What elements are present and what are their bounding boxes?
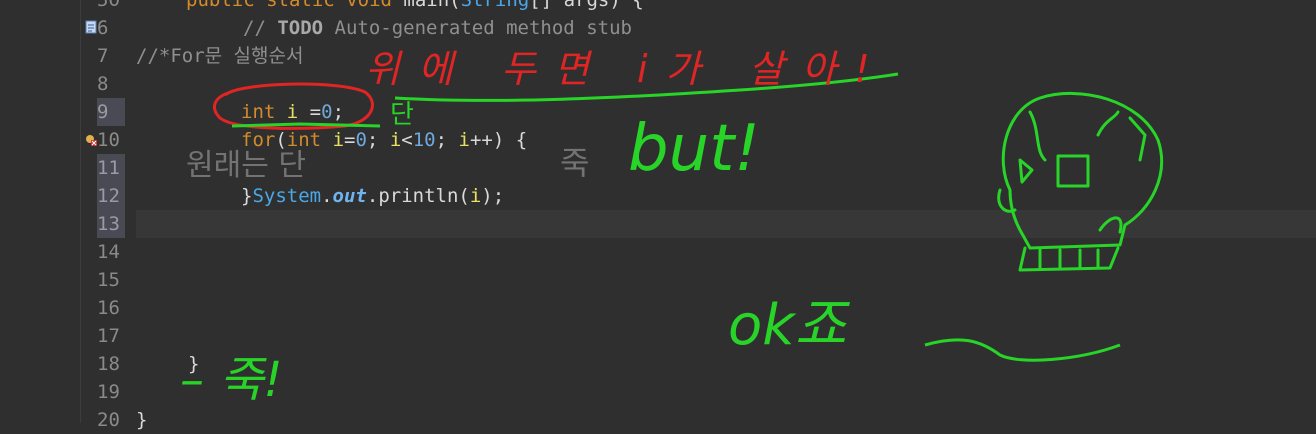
green-handwriting-dan: 단 xyxy=(390,100,414,130)
green-handwriting-but: but! xyxy=(628,112,760,186)
gray-handwriting-left: 원래는 단 xyxy=(186,148,306,183)
green-handwriting-ok: ok죠 xyxy=(728,293,847,358)
green-tilde-mark xyxy=(924,338,1121,362)
skull-doodle xyxy=(997,91,1164,272)
green-underline-mark xyxy=(231,122,381,128)
red-handwriting: 위에 두면 i가 살아! xyxy=(365,47,888,91)
red-circle-mark xyxy=(212,82,374,130)
green-handwriting-jook: – 죽! xyxy=(180,352,283,408)
gray-handwriting-jook: 죽 xyxy=(560,144,590,182)
